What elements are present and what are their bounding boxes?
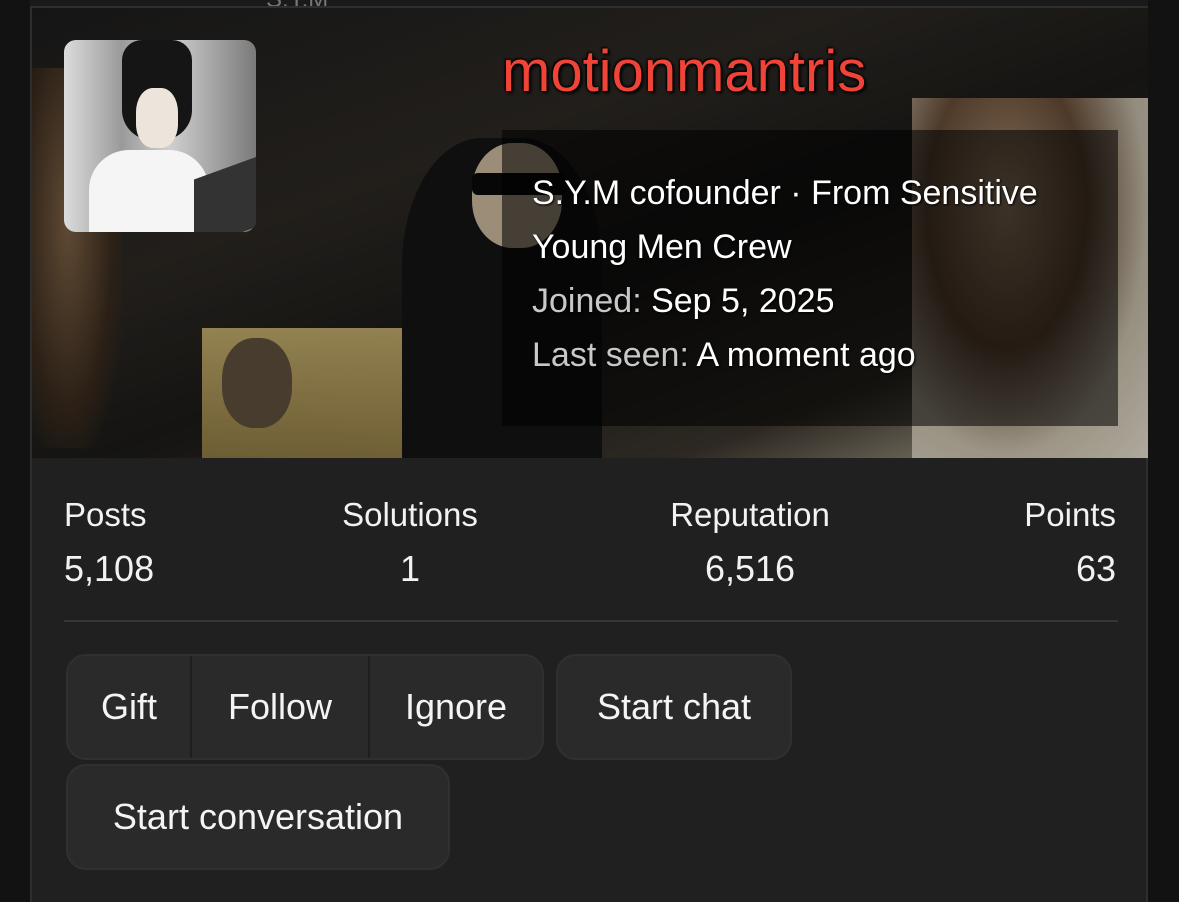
username-link[interactable]: motionmantris [502, 38, 866, 105]
avatar[interactable] [64, 40, 256, 232]
divider [64, 620, 1118, 622]
follow-button[interactable]: Follow [192, 656, 370, 758]
stat-reputation-value: 6,516 [704, 548, 796, 589]
stat-posts-value: 5,108 [64, 548, 155, 589]
avatar-desk [194, 150, 256, 232]
gift-button[interactable]: Gift [68, 656, 192, 758]
stat-solutions-value: 1 [399, 548, 421, 589]
stat-solutions: Solutions 1 [334, 496, 486, 590]
stat-points-value: 63 [1075, 548, 1116, 589]
joined-value: Sep 5, 2025 [651, 282, 835, 320]
ignore-button[interactable]: Ignore [370, 656, 542, 758]
avatar-shirt [89, 150, 209, 232]
last-seen-value: A moment ago [696, 336, 916, 374]
stat-reputation-label: Reputation [670, 496, 830, 533]
member-tooltip-card: motionmantris S.Y.M cofounder · From Sen… [30, 6, 1148, 902]
joined-row: Joined: Sep 5, 2025 [532, 274, 1088, 328]
member-tagline: S.Y.M cofounder · From Sensitive Young M… [532, 174, 1038, 266]
stat-points[interactable]: Points 63 [1012, 496, 1116, 590]
profile-banner: motionmantris S.Y.M cofounder · From Sen… [32, 8, 1148, 458]
start-conversation-button[interactable]: Start conversation [66, 764, 450, 870]
stat-posts-label: Posts [64, 496, 147, 533]
joined-label: Joined: [532, 282, 642, 320]
last-seen-row: Last seen: A moment ago [532, 328, 1088, 382]
last-seen-label: Last seen: [532, 336, 689, 374]
stat-posts[interactable]: Posts 5,108 [64, 496, 154, 590]
start-chat-button[interactable]: Start chat [556, 654, 792, 760]
stat-reputation[interactable]: Reputation 6,516 [660, 496, 840, 590]
stat-points-label: Points [1024, 496, 1116, 533]
avatar-face [136, 88, 178, 148]
member-info-box: S.Y.M cofounder · From Sensitive Young M… [502, 130, 1118, 426]
stat-solutions-label: Solutions [342, 496, 478, 533]
member-stats: Posts 5,108 Solutions 1 Reputation 6,516… [32, 496, 1148, 596]
action-button-group: Gift Follow Ignore [66, 654, 544, 760]
